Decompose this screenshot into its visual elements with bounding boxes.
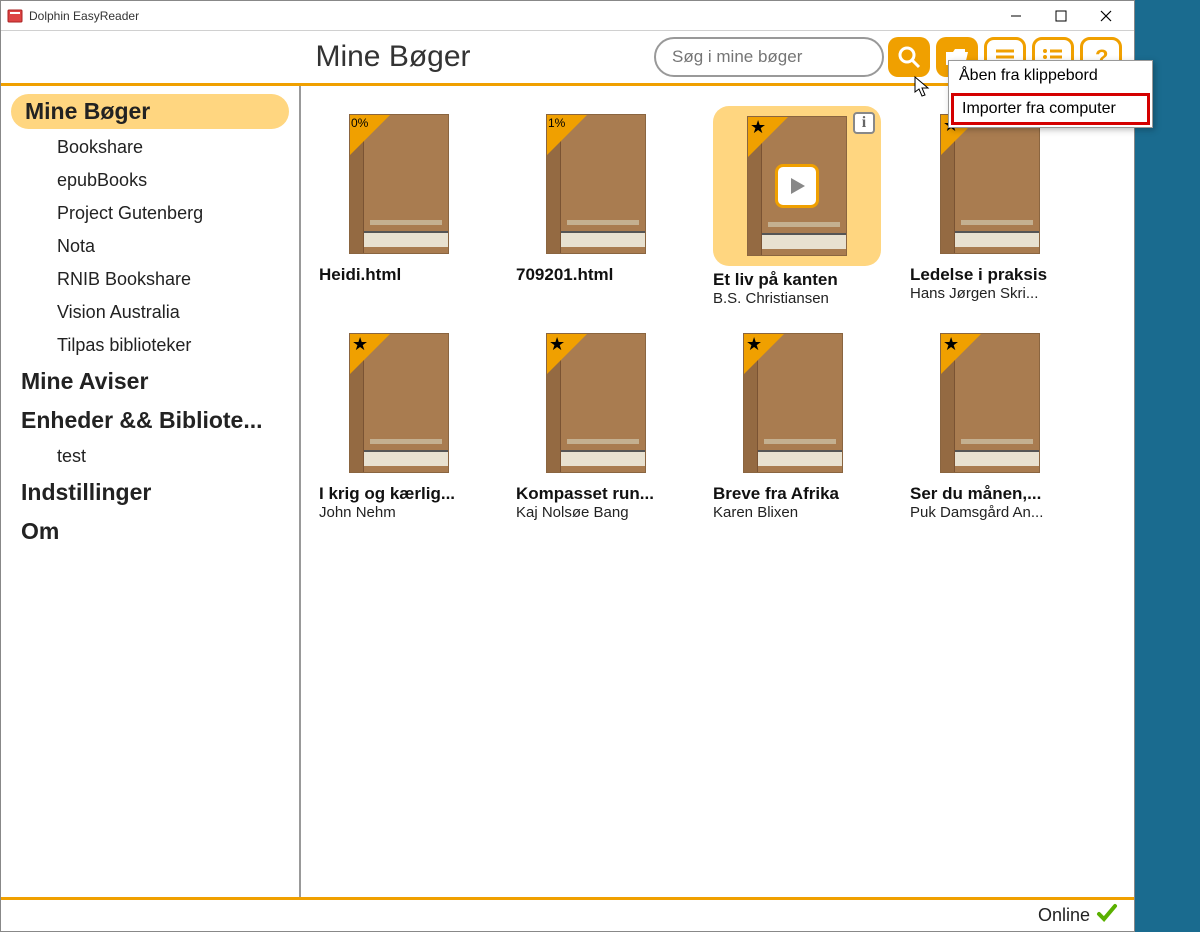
progress-badge: 1% [548,116,565,130]
app-icon [7,8,23,24]
page-title: Mine Bøger [13,40,593,74]
sidebar-item-7[interactable]: Tilpas biblioteker [1,329,299,362]
titlebar: Dolphin EasyReader [1,1,1134,31]
book-title: Kompasset run... [516,484,701,504]
book-card-6[interactable]: ★ Breve fra AfrikaKaren Blixen [713,325,898,521]
sidebar-item-2[interactable]: epubBooks [1,164,299,197]
maximize-button[interactable] [1038,2,1083,30]
progress-badge: 0% [351,116,368,130]
sidebar-item-5[interactable]: RNIB Bookshare [1,263,299,296]
sidebar-item-12[interactable]: Om [1,512,299,551]
statusbar: Online [1,897,1134,931]
book-title: Ser du månen,... [910,484,1095,504]
window-title: Dolphin EasyReader [29,9,993,23]
book-author: Karen Blixen [713,504,898,521]
book-cover: ★ [349,333,449,473]
import-dropdown: Åben fra klippebordImporter fra computer [948,60,1153,128]
sidebar-item-1[interactable]: Bookshare [1,131,299,164]
book-grid: 0% Heidi.html 1% 709201.html ★ i Et liv på kan… [301,86,1134,897]
check-icon [1096,903,1118,928]
book-author: Kaj Nolsøe Bang [516,504,701,521]
body: Mine BøgerBookshareepubBooksProject Gute… [1,86,1134,897]
star-icon: ★ [549,334,565,355]
search-icon [896,44,922,70]
book-card-5[interactable]: ★ Kompasset run...Kaj Nolsøe Bang [516,325,701,521]
book-card-3[interactable]: ★ Ledelse i praksisHans Jørgen Skri... [910,106,1095,307]
book-title: Heidi.html [319,265,504,285]
star-icon: ★ [746,334,762,355]
book-author: Puk Damsgård An... [910,504,1095,521]
book-cover: 0% [349,114,449,254]
search-wrap [654,37,930,77]
book-card-2[interactable]: ★ i Et liv på kantenB.S. Christiansen [713,106,898,307]
dropdown-item-1[interactable]: Importer fra computer [951,93,1150,125]
play-button[interactable] [775,164,819,208]
sidebar-item-4[interactable]: Nota [1,230,299,263]
sidebar-item-0[interactable]: Mine Bøger [11,94,289,129]
minimize-button[interactable] [993,2,1038,30]
close-button[interactable] [1083,2,1128,30]
book-card-7[interactable]: ★ Ser du månen,...Puk Damsgård An... [910,325,1095,521]
book-title: Breve fra Afrika [713,484,898,504]
status-text: Online [1038,905,1090,926]
app-window: Dolphin EasyReader Mine Bøger ? Min [0,0,1135,932]
book-card-1[interactable]: 1% 709201.html [516,106,701,307]
star-icon: ★ [750,117,766,138]
book-cover: ★ [743,333,843,473]
sidebar-item-9[interactable]: Enheder && Bibliote... [1,401,299,440]
book-cover: ★ [940,333,1040,473]
book-author: B.S. Christiansen [713,290,898,307]
cursor-icon [914,76,932,103]
sidebar-item-10[interactable]: test [1,440,299,473]
book-title: Et liv på kanten [713,270,898,290]
window-controls [993,2,1128,30]
book-author: John Nehm [319,504,504,521]
book-cover: ★ [940,114,1040,254]
book-cover: 1% [546,114,646,254]
search-input[interactable] [654,37,884,77]
sidebar-item-6[interactable]: Vision Australia [1,296,299,329]
book-card-0[interactable]: 0% Heidi.html [319,106,504,307]
book-title: 709201.html [516,265,701,285]
sidebar: Mine BøgerBookshareepubBooksProject Gute… [1,86,301,897]
book-cover: ★ [546,333,646,473]
book-card-4[interactable]: ★ I krig og kærlig...John Nehm [319,325,504,521]
info-icon[interactable]: i [853,112,875,134]
star-icon: ★ [943,334,959,355]
book-title: Ledelse i praksis [910,265,1095,285]
sidebar-item-8[interactable]: Mine Aviser [1,362,299,401]
sidebar-item-11[interactable]: Indstillinger [1,473,299,512]
dropdown-item-0[interactable]: Åben fra klippebord [949,61,1152,91]
sidebar-item-3[interactable]: Project Gutenberg [1,197,299,230]
star-icon: ★ [352,334,368,355]
book-title: I krig og kærlig... [319,484,504,504]
search-button[interactable] [888,37,930,77]
book-author: Hans Jørgen Skri... [910,285,1095,302]
